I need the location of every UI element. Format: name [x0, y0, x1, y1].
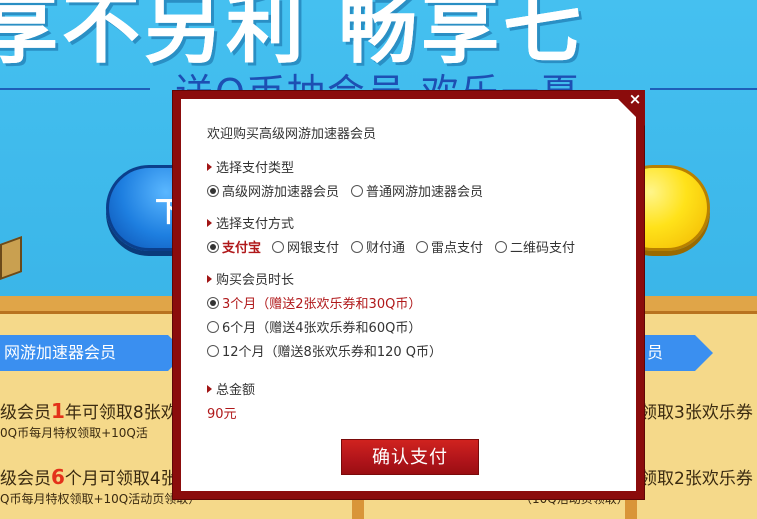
radio-icon[interactable]: [495, 241, 507, 253]
radio-icon[interactable]: [272, 241, 284, 253]
offer-line-1: 级会员1年可领取8张欢: [0, 399, 178, 423]
close-corner[interactable]: ×: [609, 90, 645, 126]
radio-icon[interactable]: [351, 185, 363, 197]
pay-method-option-tenpay[interactable]: 财付通: [351, 237, 405, 256]
duration-option-3-months[interactable]: 3个月（赠送2张欢乐券和30Q币）: [207, 293, 421, 312]
duration-option-6-months[interactable]: 6个月（赠送4张欢乐券和60Q币）: [207, 317, 421, 336]
radio-icon[interactable]: [207, 185, 219, 197]
offer-line-2-sub: Q币每月特权领取+10Q活动页领取）: [0, 492, 201, 506]
confirm-payment-button[interactable]: 确认支付: [341, 439, 479, 475]
total-amount: 90元: [207, 407, 237, 422]
arrow-decoration: [0, 235, 22, 281]
radio-icon[interactable]: [207, 345, 219, 357]
duration-option-12-months[interactable]: 12个月（赠送8张欢乐券和120 Q币）: [207, 341, 442, 360]
pay-method-heading: 选择支付方式: [207, 213, 294, 232]
duration-heading: 购买会员时长: [207, 269, 294, 288]
pay-type-option-normal[interactable]: 普通网游加速器会员: [351, 181, 483, 200]
total-heading: 总金额: [207, 379, 255, 398]
offer-line-1-sub: 0Q币每月特权领取+10Q活: [0, 426, 148, 440]
pay-method-option-qrcode[interactable]: 二维码支付: [495, 237, 575, 256]
dialog-title: 欢迎购买高级网游加速器会员: [207, 127, 377, 142]
radio-icon[interactable]: [416, 241, 428, 253]
offer-line-right-2: 领取2张欢乐券: [640, 469, 753, 489]
pay-method-option-leidian[interactable]: 雷点支付: [416, 237, 483, 256]
radio-icon[interactable]: [207, 297, 219, 309]
divider: [0, 88, 150, 90]
pay-type-option-advanced[interactable]: 高级网游加速器会员: [207, 181, 339, 200]
purchase-dialog-body: 欢迎购买高级网游加速器会员 选择支付类型 高级网游加速器会员 普通网游加速器会员…: [181, 99, 636, 491]
divider: [650, 88, 757, 90]
offer-line-right-1: 领取3张欢乐券: [640, 403, 753, 423]
radio-icon[interactable]: [207, 321, 219, 333]
pay-type-heading: 选择支付类型: [207, 157, 294, 176]
offer-line-2: 级会员6个月可领取4张: [0, 465, 178, 489]
purchase-dialog: 欢迎购买高级网游加速器会员 选择支付类型 高级网游加速器会员 普通网游加速器会员…: [172, 90, 645, 500]
radio-icon[interactable]: [351, 241, 363, 253]
radio-icon[interactable]: [207, 241, 219, 253]
pay-method-option-netbank[interactable]: 网银支付: [272, 237, 339, 256]
ribbon-advanced-member: 网游加速器会员: [0, 335, 186, 371]
close-icon[interactable]: ×: [626, 90, 644, 108]
pay-method-option-alipay[interactable]: 支付宝: [207, 237, 261, 256]
